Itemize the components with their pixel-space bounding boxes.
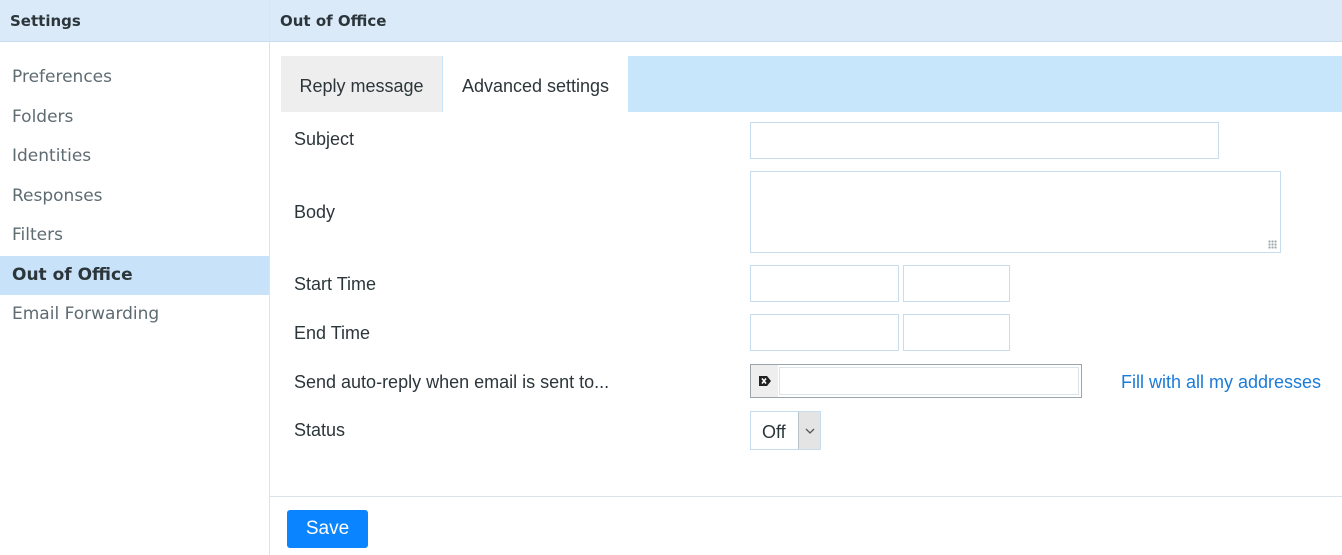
tab-reply-message[interactable]: Reply message — [281, 56, 442, 112]
sidebar-item-email-forwarding[interactable]: Email Forwarding — [0, 295, 269, 335]
end-date-input[interactable] — [750, 314, 899, 351]
sidebar-item-preferences[interactable]: Preferences — [0, 58, 269, 98]
fill-all-addresses-link[interactable]: Fill with all my addresses — [1121, 372, 1321, 393]
end-time-label: End Time — [294, 323, 371, 343]
recipients-text-area[interactable] — [779, 367, 1079, 395]
settings-nav: Preferences Folders Identities Responses… — [0, 58, 269, 335]
sidebar-title: Settings — [0, 0, 269, 42]
end-hour-input[interactable] — [903, 314, 1010, 351]
status-selected-value: Off — [762, 422, 786, 442]
body-textarea[interactable] — [750, 171, 1281, 253]
recipients-input[interactable] — [750, 364, 1082, 398]
subject-label: Subject — [294, 129, 355, 149]
sidebar-item-folders[interactable]: Folders — [0, 98, 269, 138]
main-panel: Out of Office Reply message Advanced set… — [270, 0, 1342, 555]
chevron-down-icon[interactable] — [798, 412, 820, 449]
status-label: Status — [294, 420, 346, 440]
status-select[interactable]: Off — [750, 411, 821, 450]
tab-advanced-settings[interactable]: Advanced settings — [443, 56, 628, 112]
save-button[interactable]: Save — [287, 510, 368, 548]
page-title: Out of Office — [270, 0, 1342, 42]
address-tag-icon[interactable] — [751, 365, 778, 397]
start-time-label: Start Time — [294, 274, 377, 294]
start-date-input[interactable] — [750, 265, 899, 302]
tab-bar: Reply message Advanced settings — [281, 56, 1342, 112]
sidebar-item-out-of-office[interactable]: Out of Office — [0, 255, 269, 295]
sidebar-item-filters[interactable]: Filters — [0, 216, 269, 256]
sidebar-item-responses[interactable]: Responses — [0, 177, 269, 217]
body-label: Body — [294, 202, 336, 222]
subject-input[interactable] — [750, 122, 1219, 159]
footer-divider — [270, 496, 1342, 497]
recipients-label: Send auto-reply when email is sent to... — [294, 372, 610, 392]
start-hour-input[interactable] — [903, 265, 1010, 302]
sidebar-item-identities[interactable]: Identities — [0, 137, 269, 177]
settings-sidebar: Settings Preferences Folders Identities … — [0, 0, 270, 555]
resize-grip-icon[interactable] — [1268, 240, 1277, 249]
